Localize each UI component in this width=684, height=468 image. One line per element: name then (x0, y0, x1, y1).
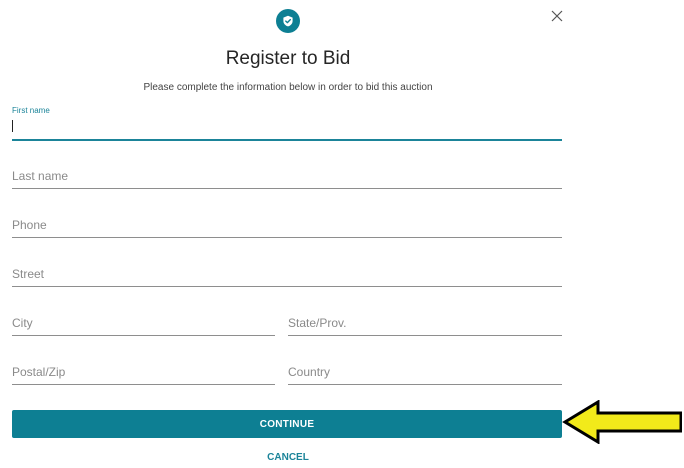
postal-input[interactable] (12, 363, 275, 381)
last-name-field (12, 160, 562, 189)
dialog-title: Register to Bid (225, 48, 351, 69)
street-input[interactable] (12, 265, 562, 283)
phone-input[interactable] (12, 216, 562, 234)
register-dialog: Register to Bid Please complete the info… (0, 0, 684, 468)
last-name-input[interactable] (12, 167, 562, 185)
shield-check-icon (276, 9, 300, 33)
pointer-arrow-icon (562, 400, 682, 444)
text-caret (12, 120, 13, 132)
dialog-subtitle: Please complete the information below in… (143, 82, 433, 93)
first-name-input[interactable] (14, 118, 562, 136)
postal-field (12, 355, 275, 385)
street-field (12, 258, 562, 287)
phone-field (12, 209, 562, 238)
city-input[interactable] (12, 314, 275, 332)
state-input[interactable] (288, 314, 562, 332)
first-name-field: First name (12, 106, 562, 141)
state-field (288, 306, 562, 336)
country-field (288, 355, 562, 385)
close-icon[interactable] (550, 9, 564, 23)
cancel-button[interactable]: CANCEL (0, 452, 576, 463)
continue-button[interactable]: CONTINUE (12, 410, 562, 438)
country-input[interactable] (288, 363, 562, 381)
first-name-label: First name (12, 106, 50, 115)
city-field (12, 306, 275, 336)
